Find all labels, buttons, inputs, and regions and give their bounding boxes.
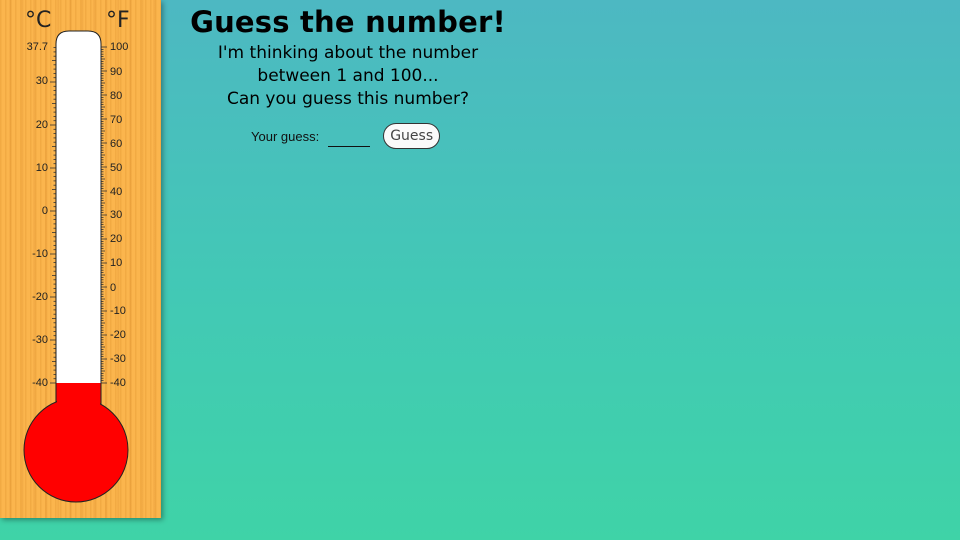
fahrenheit-tick-label: 90 bbox=[110, 66, 123, 78]
fahrenheit-tick-label: 40 bbox=[110, 186, 123, 198]
fahrenheit-tick-label: -20 bbox=[110, 329, 126, 341]
game-header: Guess the number! I'm thinking about the… bbox=[190, 2, 506, 111]
fahrenheit-tick-label: 10 bbox=[110, 257, 123, 269]
fahrenheit-tick-label: 70 bbox=[110, 114, 123, 126]
celsius-tick-label: 10 bbox=[35, 162, 48, 174]
fahrenheit-tick-label: 30 bbox=[110, 209, 123, 221]
fahrenheit-tick-label: 60 bbox=[110, 138, 123, 150]
celsius-tick-label: -20 bbox=[32, 291, 48, 303]
page-title: Guess the number! bbox=[190, 5, 506, 39]
thermometer-graphic bbox=[23, 30, 129, 503]
fahrenheit-tick-label: 80 bbox=[110, 90, 123, 102]
instructions-line: between 1 and 100... bbox=[257, 66, 439, 86]
celsius-tick-label: 30 bbox=[35, 75, 48, 87]
fahrenheit-tick-label: 100 bbox=[110, 41, 129, 53]
fahrenheit-tick-label: -10 bbox=[110, 305, 126, 317]
celsius-tick-label: 37.7 bbox=[26, 41, 48, 53]
celsius-tick-label: -30 bbox=[32, 334, 48, 346]
fahrenheit-tick-label: 20 bbox=[110, 233, 123, 245]
thermometer-tube bbox=[55, 30, 102, 385]
fahrenheit-tick-label: 50 bbox=[110, 162, 123, 174]
fahrenheit-unit-label: °F bbox=[106, 8, 130, 33]
guess-button[interactable]: Guess bbox=[383, 123, 441, 149]
celsius-tick-label: -40 bbox=[32, 377, 48, 389]
instructions-text: I'm thinking about the number between 1 … bbox=[190, 42, 506, 111]
bulb-neck-fill bbox=[57, 384, 100, 414]
instructions-line: I'm thinking about the number bbox=[217, 43, 479, 63]
fahrenheit-tick-label: -40 bbox=[110, 377, 126, 389]
celsius-tick-label: 20 bbox=[35, 119, 48, 131]
fahrenheit-tick-label: -30 bbox=[110, 353, 126, 365]
thermometer-panel: °C °F 37.7 30 20 10 0 -10 -20 -30 -40 10… bbox=[0, 0, 161, 518]
instructions-line: Can you guess this number? bbox=[226, 89, 470, 109]
celsius-unit-label: °C bbox=[25, 8, 52, 33]
celsius-tick-label: 0 bbox=[41, 205, 48, 217]
guess-input[interactable] bbox=[328, 125, 371, 147]
fahrenheit-tick-label: 0 bbox=[110, 282, 117, 294]
celsius-tick-label: -10 bbox=[32, 248, 48, 260]
guess-label: Your guess: bbox=[251, 128, 320, 144]
guess-form: Your guess: Guess bbox=[251, 122, 441, 150]
